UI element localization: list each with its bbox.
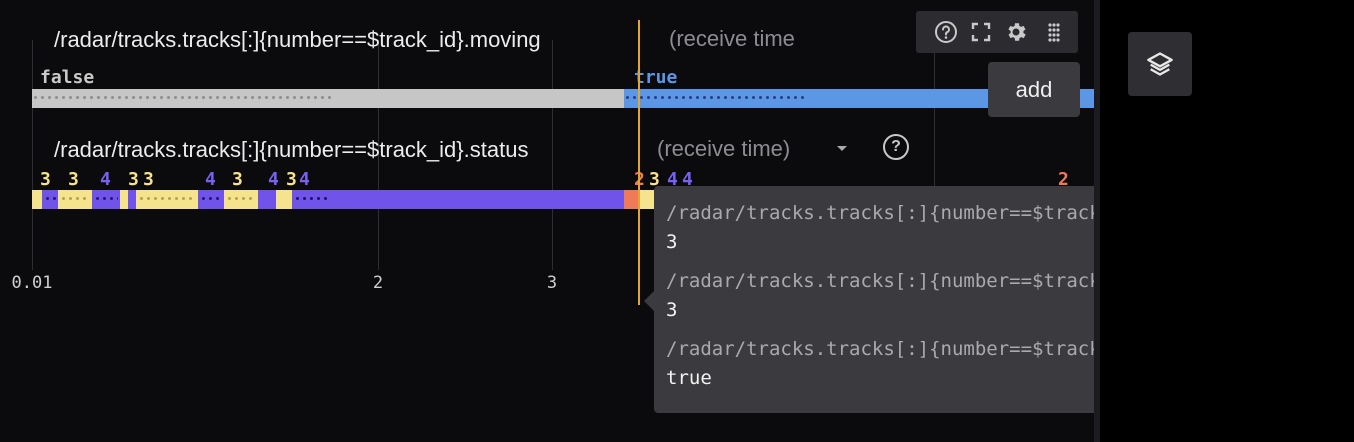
grid-line xyxy=(32,40,33,270)
status-label: 3 xyxy=(40,169,51,190)
panel-toolbar xyxy=(916,11,1078,53)
status-segment-3 xyxy=(32,190,42,209)
layers-icon xyxy=(1147,52,1173,76)
state-label: true xyxy=(634,67,678,88)
status-label: 3 xyxy=(286,169,297,190)
status-segment-3 xyxy=(136,190,198,209)
status-segment-4 xyxy=(198,190,224,209)
time-selector-status[interactable]: (receive time) xyxy=(657,136,790,162)
gear-icon[interactable] xyxy=(1004,20,1028,44)
chevron-down-icon[interactable] xyxy=(837,146,847,151)
help-icon[interactable]: ? xyxy=(883,134,909,160)
status-label: 4 xyxy=(205,169,216,190)
status-label: 3 xyxy=(232,169,243,190)
tooltip-value: 3 xyxy=(666,299,678,321)
status-segment-3 xyxy=(120,190,128,209)
state-label: false xyxy=(40,67,95,88)
grid-line xyxy=(552,40,553,270)
status-segment-3 xyxy=(224,190,258,209)
x-tick-label: 0.01 xyxy=(11,273,53,293)
time-selector-moving[interactable]: (receive time) xyxy=(669,26,794,52)
status-segment-4 xyxy=(92,190,120,209)
state-segment-false xyxy=(32,89,624,108)
status-label: 4 xyxy=(299,169,310,190)
playback-cursor xyxy=(638,20,640,305)
drag-grid-icon[interactable] xyxy=(1042,20,1066,44)
topic-path-status[interactable]: /radar/tracks.tracks[:]{number==$track_i… xyxy=(54,137,528,163)
layers-button[interactable] xyxy=(1128,32,1192,96)
tooltip-value: 3 xyxy=(666,231,678,253)
fullscreen-icon[interactable] xyxy=(969,20,993,44)
status-segment-4 xyxy=(258,190,276,209)
status-segment-4 xyxy=(292,190,624,209)
add-tooltip: add xyxy=(988,62,1080,117)
topic-path-moving[interactable]: /radar/tracks.tracks[:]{number==$track_i… xyxy=(54,27,541,53)
x-tick-label: 2 xyxy=(372,273,384,293)
tooltip-value: true xyxy=(666,367,712,389)
status-segment-3 xyxy=(276,190,292,209)
status-label: 3 xyxy=(128,169,139,190)
right-panel xyxy=(1100,0,1354,442)
status-segment-3 xyxy=(58,190,92,209)
help-icon[interactable] xyxy=(934,20,958,44)
status-label: 4 xyxy=(100,169,111,190)
status-label: 3 xyxy=(68,169,79,190)
status-label: 4 xyxy=(268,169,279,190)
x-tick-label: 3 xyxy=(546,273,558,293)
status-segment-3 xyxy=(640,190,654,209)
status-segment-4 xyxy=(42,190,58,209)
status-segment-4 xyxy=(128,190,136,209)
status-label: 3 xyxy=(143,169,154,190)
